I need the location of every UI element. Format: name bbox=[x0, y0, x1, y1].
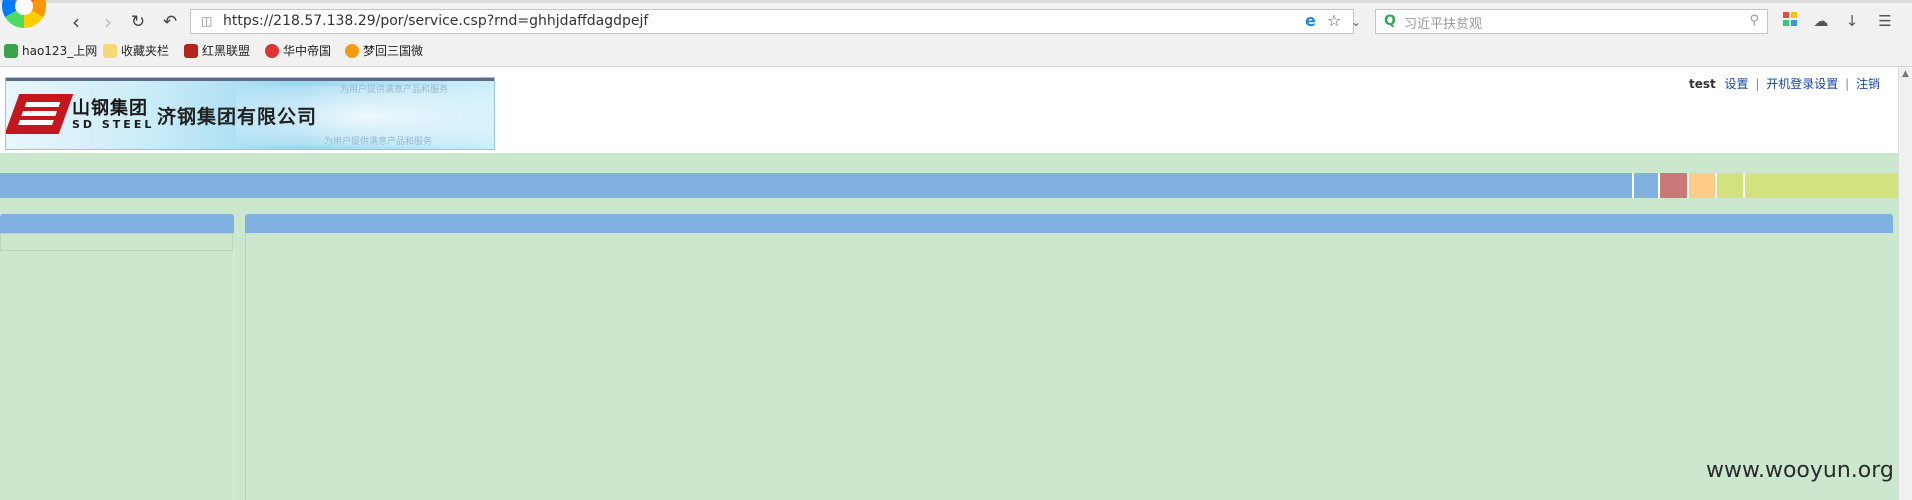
banner-slogan: 为用户提供满意产品和服务 bbox=[324, 137, 433, 147]
cloud-icon[interactable]: ☁ bbox=[1810, 10, 1832, 32]
bookmark-hao123[interactable]: hao123_上网 bbox=[4, 42, 97, 59]
address-bar[interactable]: ◫ https://218.57.138.29/por/service.csp?… bbox=[190, 9, 1361, 34]
divider bbox=[245, 233, 246, 500]
back-icon[interactable]: ‹ bbox=[63, 10, 89, 34]
sd-steel-logo-icon bbox=[6, 94, 74, 134]
hao123-icon bbox=[4, 44, 18, 58]
company-banner: 山钢集团 SD STEEL 济钢集团有限公司 为用户提供满意产品和服务 为用户提… bbox=[5, 77, 495, 150]
brand-name-en: SD STEEL bbox=[72, 118, 155, 131]
bookmark-hongheilianmeng[interactable]: 红黑联盟 bbox=[184, 42, 250, 59]
bookmarks-bar: hao123_上网 收藏夹栏 红黑联盟 华中帝国 梦回三国微 bbox=[0, 38, 1912, 60]
site-icon bbox=[265, 44, 279, 58]
menu-icon[interactable]: ☰ bbox=[1874, 10, 1896, 32]
bookmark-favorites-folder[interactable]: 收藏夹栏 bbox=[103, 42, 169, 59]
address-text[interactable]: https://218.57.138.29/por/service.csp?rn… bbox=[223, 13, 648, 29]
ie-mode-icon[interactable]: e bbox=[1305, 12, 1323, 30]
left-panel-item[interactable] bbox=[0, 233, 233, 251]
browser-logo-icon bbox=[0, 0, 46, 36]
scroll-up-icon[interactable]: ▲ bbox=[1899, 67, 1912, 81]
forward-icon[interactable]: › bbox=[95, 10, 121, 34]
company-name: 济钢集团有限公司 bbox=[157, 106, 318, 128]
logout-link[interactable]: 注销 bbox=[1856, 77, 1880, 91]
vertical-scrollbar[interactable]: ▲ bbox=[1898, 67, 1912, 500]
site-icon bbox=[345, 44, 359, 58]
banner-slogan: 为用户提供满意产品和服务 bbox=[340, 85, 449, 95]
username: test bbox=[1688, 77, 1716, 91]
menu-block-orange[interactable] bbox=[1689, 173, 1715, 198]
page-header: 山钢集团 SD STEEL 济钢集团有限公司 为用户提供满意产品和服务 为用户提… bbox=[0, 67, 1898, 153]
site-icon bbox=[184, 44, 198, 58]
user-links: test 设置 | 开机登录设置 | 注销 bbox=[1688, 77, 1880, 91]
brand-name: 山钢集团 bbox=[72, 98, 148, 119]
divider bbox=[233, 251, 234, 500]
main-panel-header bbox=[245, 214, 1893, 233]
download-icon[interactable]: ↓ bbox=[1841, 10, 1863, 32]
tab-strip bbox=[0, 0, 1912, 3]
menu-block-blue[interactable] bbox=[1634, 173, 1658, 198]
shield-icon: ◫ bbox=[201, 14, 213, 28]
chevron-down-icon[interactable]: ⌄ bbox=[1351, 13, 1361, 31]
left-panel-header bbox=[0, 214, 234, 233]
menu-bar bbox=[0, 173, 1898, 198]
apps-grid-icon[interactable] bbox=[1779, 10, 1801, 32]
settings-link[interactable]: 设置 bbox=[1725, 77, 1749, 91]
search-placeholder[interactable]: 习近平扶贫观 bbox=[1404, 13, 1482, 32]
search-icon[interactable]: ⚲ bbox=[1749, 13, 1759, 28]
startup-login-settings-link[interactable]: 开机登录设置 bbox=[1766, 77, 1838, 91]
search-box[interactable]: Q 习近平扶贫观 ⚲ bbox=[1375, 9, 1768, 34]
star-icon[interactable]: ☆ bbox=[1327, 12, 1341, 30]
bookmark-menghuisanguo[interactable]: 梦回三国微 bbox=[345, 42, 423, 59]
bookmark-huazhongdiguo[interactable]: 华中帝国 bbox=[265, 42, 331, 59]
reload-icon[interactable]: ↻ bbox=[125, 10, 151, 34]
folder-icon bbox=[103, 44, 117, 58]
menu-block-red[interactable] bbox=[1660, 173, 1687, 198]
undo-icon[interactable]: ↶ bbox=[157, 10, 183, 34]
page: 山钢集团 SD STEEL 济钢集团有限公司 为用户提供满意产品和服务 为用户提… bbox=[0, 67, 1912, 500]
menu-block-green-wide[interactable] bbox=[1745, 173, 1898, 198]
menu-block-green[interactable] bbox=[1717, 173, 1743, 198]
search-engine-icon[interactable]: Q bbox=[1384, 13, 1396, 29]
watermark: www.wooyun.org bbox=[1706, 458, 1894, 483]
